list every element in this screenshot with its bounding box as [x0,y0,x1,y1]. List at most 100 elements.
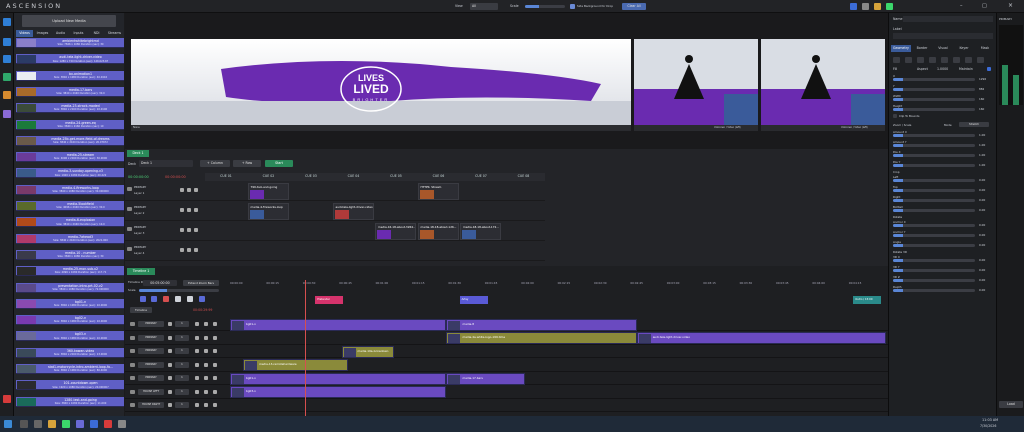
audio-icon[interactable] [213,362,217,367]
prop-slider[interactable] [893,259,975,262]
deck-clip[interactable]: 799-tool-and-going [247,183,289,200]
timeline-mode-button[interactable]: Timeline [130,307,152,313]
start-menu-icon[interactable] [4,420,12,428]
media-item[interactable]: bx-animation1 Size: 3840 x 1080 Duration … [16,70,124,81]
align-icon[interactable] [965,57,972,63]
prop-tab-geometry[interactable]: Geometry [891,45,911,52]
eye-icon[interactable] [204,389,208,394]
eye-icon[interactable] [187,248,191,252]
prop-tab-visual[interactable]: Visual [933,45,953,52]
prop-value[interactable]: 1296 [979,77,986,81]
label-input[interactable] [893,33,993,39]
prop-slider[interactable] [893,78,975,81]
prop-value[interactable]: 0.00 [979,258,985,262]
track-screen-select[interactable]: HOUSE RIGHT [138,402,164,408]
deck-clip[interactable]: media-18-18-about-126... [417,223,459,240]
deck-row-screen[interactable]: PRIMARY [134,225,146,229]
deck-row-layer[interactable]: Layer 1 [134,191,144,195]
media-item[interactable]: media-7ahead3 Size: 3840 x 2160 Duration … [16,233,124,244]
media-tab-images[interactable]: Images [34,30,51,37]
audio-icon[interactable] [194,228,198,232]
prop-value[interactable]: 0.00 [979,223,985,227]
cue-header-8[interactable]: CUE 08 [503,173,545,180]
prop-value[interactable]: 0.00 [979,233,985,237]
media-item[interactable]: media-25-mon-sub-v2 Size: 4096 x 1080 Dur… [16,266,124,277]
prop-value[interactable]: 1.00 [979,163,985,167]
track-layer-select[interactable]: 1 [175,334,189,341]
maximize-button[interactable]: □ [982,3,987,9]
audio-icon[interactable] [194,188,198,192]
timeline-ruler[interactable]: 00:00:00 00:00:15 00:00:30 00:00:45 00:01:00… [230,280,886,288]
audio-icon[interactable] [213,322,217,326]
cue-header-7[interactable]: CUE 07 [460,173,502,180]
file-explorer-icon[interactable] [48,420,56,428]
prop-slider[interactable] [893,289,975,292]
media-item[interactable]: media-6-explosion Size: 3840 x 2160 Durat… [16,217,124,228]
mode-select[interactable]: Stretch [959,122,989,127]
eye-icon[interactable] [204,376,208,380]
media-item[interactable]: media-5lookfield Size: 4096 x 2160 Durati… [16,201,124,211]
deck-row-layer[interactable]: Layer 4 [134,251,144,255]
prop-value[interactable]: 882 [979,87,984,91]
timeline-marker[interactable]: Artsy [459,296,488,304]
eye-icon[interactable] [204,362,208,367]
media-item[interactable]: media-25b-get-more-field-of-dreams Size: … [16,135,124,146]
checkbox-icon[interactable] [570,4,575,9]
timeline-clip[interactable]: media-17-bars [446,372,526,385]
eye-icon[interactable] [204,322,208,326]
prop-value[interactable]: 0.00 [979,288,985,292]
prop-value[interactable]: 0.00 [979,243,985,247]
prop-slider[interactable] [893,199,975,202]
media-item[interactable]: stat1-motorcycle-intro-ambient-loop-fo..… [16,364,124,374]
cue-header-3[interactable]: CUE 03 [290,173,332,180]
cue-header-6[interactable]: CUE 06 [418,173,460,180]
help-icon[interactable] [3,18,11,26]
timeline-scale-slider[interactable] [139,289,219,292]
align-icon[interactable] [917,57,924,63]
prop-tab-keyer[interactable]: Keyer [954,45,974,52]
main-output-preview[interactable]: LIVES LIVED BRIGHTER [131,39,631,125]
eye-icon[interactable] [204,335,208,340]
prop-value[interactable]: 0.00 [979,198,985,202]
media-item[interactable]: media-17-bars Size: 3840 x 2160 Duration … [16,86,124,97]
deck-row-screen[interactable]: PRIMARY [134,245,146,249]
eye-icon[interactable] [187,228,191,232]
timeline-clip[interactable]: media-13-remotehardware [243,359,349,371]
timeline-clip[interactable]: bg01-n [230,372,447,385]
prop-slider[interactable] [893,244,975,247]
deck-clip[interactable]: media-4-fireworks-loop [247,203,289,220]
eye-icon[interactable] [204,403,208,407]
gear-icon[interactable] [3,38,11,46]
prop-slider[interactable] [893,144,975,147]
audio-icon[interactable] [194,248,198,252]
track-layer-select[interactable]: 1 [175,348,189,354]
media-item[interactable]: 1280-test-and-going Size: 3840 x 1080 Dur… [16,396,124,407]
prop-value[interactable]: 0.00 [979,208,985,212]
deck-clip[interactable]: audi-tela-light-driver-video [332,203,374,220]
media-item[interactable]: presentation-intro-prt-02-v2 Size: 3840 x… [16,282,124,293]
cue-header-4[interactable]: CUE 04 [333,173,375,180]
media-tab-videos[interactable]: Videos [16,30,33,37]
edit-icon[interactable] [195,322,199,326]
folder-icon[interactable] [874,3,881,10]
prop-slider[interactable] [893,98,975,101]
maintain-checkbox[interactable] [987,67,991,71]
edit-icon[interactable] [195,362,199,367]
timeline-duration-input[interactable]: 00:05:00:00 [143,280,177,286]
deck-row-layer[interactable]: Layer 3 [134,231,144,235]
media-item[interactable]: media-24-green-eq Size: 3840 x 2160 Durat… [16,119,124,130]
media-tab-audio[interactable]: Audio [52,30,69,37]
grid-icon[interactable] [3,91,11,99]
align-icon[interactable] [893,57,900,63]
audio-icon[interactable] [194,208,198,212]
tab-timeline-1[interactable]: Timeline 1 [127,268,155,275]
prop-slider[interactable] [893,269,975,272]
edit-icon[interactable] [195,349,199,353]
prop-tab-border[interactable]: Border [912,45,932,52]
track-layer-select[interactable]: 1 [175,321,189,327]
audio-icon[interactable] [213,335,217,340]
clear-all-button[interactable]: Clear All [622,3,646,10]
stop-icon[interactable] [163,296,169,302]
track-layer-select[interactable]: 1 [175,361,189,368]
view-select[interactable]: All [470,3,498,10]
